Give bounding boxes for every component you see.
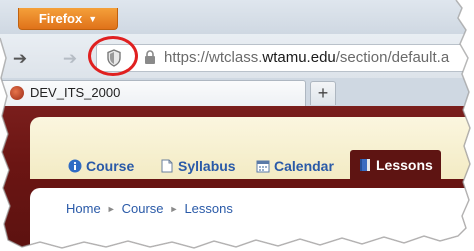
tab-syllabus-label: Syllabus [178, 158, 236, 174]
tab-syllabus[interactable]: Syllabus [160, 154, 236, 178]
breadcrumb: Home ► Course ► Lessons [66, 201, 233, 216]
new-tab-button[interactable]: + [310, 81, 336, 105]
lock-icon [145, 50, 155, 64]
forward-arrow-icon[interactable]: ➔ [58, 49, 82, 69]
tab-title: DEV_ITS_2000 [30, 85, 121, 100]
content-panel [30, 188, 470, 248]
url-path: /section/default.a [335, 49, 450, 66]
document-icon [161, 159, 173, 173]
tab-course[interactable]: Course [68, 154, 134, 178]
url-text[interactable]: https://wtclass.wtamu.edu/section/defaul… [164, 49, 449, 66]
url-host: wtamu.edu [262, 49, 336, 66]
tab-lessons-label: Lessons [376, 157, 433, 173]
info-icon [68, 159, 82, 173]
tab-calendar[interactable]: Calendar [256, 154, 334, 178]
dropdown-arrow-icon: ▼ [88, 13, 98, 24]
book-icon [360, 159, 370, 171]
favicon-icon [10, 86, 24, 100]
tab-lessons[interactable]: Lessons [350, 150, 441, 180]
firefox-menu-button[interactable]: Firefox ▼ [18, 8, 118, 30]
tab-course-label: Course [86, 158, 135, 174]
breadcrumb-separator: ► [106, 203, 116, 214]
highlight-circle [88, 36, 138, 76]
calendar-icon [256, 160, 270, 173]
breadcrumb-course[interactable]: Course [122, 201, 164, 216]
breadcrumb-lessons[interactable]: Lessons [184, 201, 232, 216]
firefox-menu-label: Firefox [38, 11, 83, 26]
breadcrumb-separator: ► [169, 203, 179, 214]
url-prefix: https://wtclass. [164, 49, 263, 66]
breadcrumb-home[interactable]: Home [66, 201, 101, 216]
back-arrow-icon[interactable]: ➔ [8, 49, 32, 69]
tab-calendar-label: Calendar [274, 158, 334, 174]
